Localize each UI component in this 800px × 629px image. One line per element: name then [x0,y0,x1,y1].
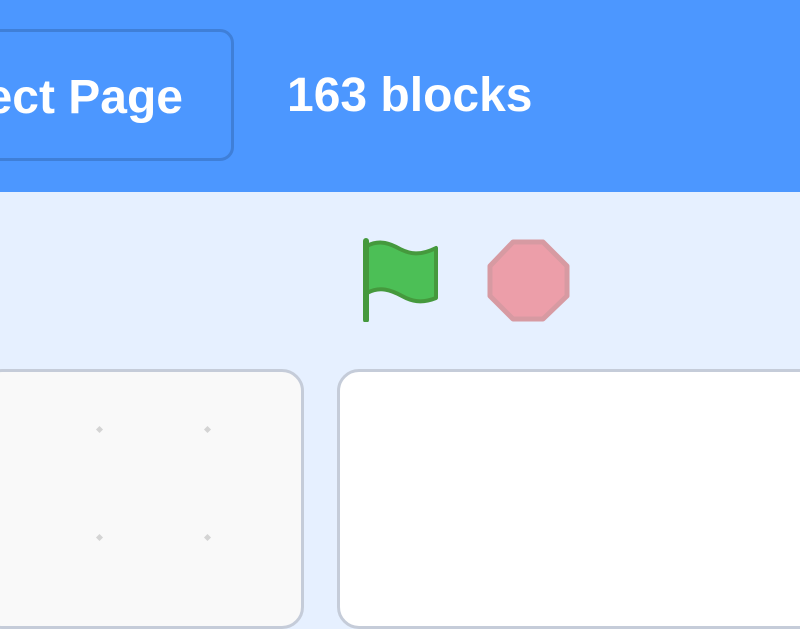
green-flag-icon[interactable] [360,238,444,323]
top-header: ect Page 163 blocks [0,0,800,192]
grid-dot [95,425,104,434]
code-workspace-panel[interactable] [0,369,304,629]
grid-dot [95,533,104,542]
grid-dot [203,533,212,542]
block-count-label: 163 blocks [287,69,533,122]
project-page-label: ect Page [0,71,183,124]
stop-sign-icon[interactable] [487,239,571,323]
project-page-button[interactable]: ect Page [0,29,234,161]
stage-panel[interactable] [337,369,800,629]
grid-dot [203,425,212,434]
